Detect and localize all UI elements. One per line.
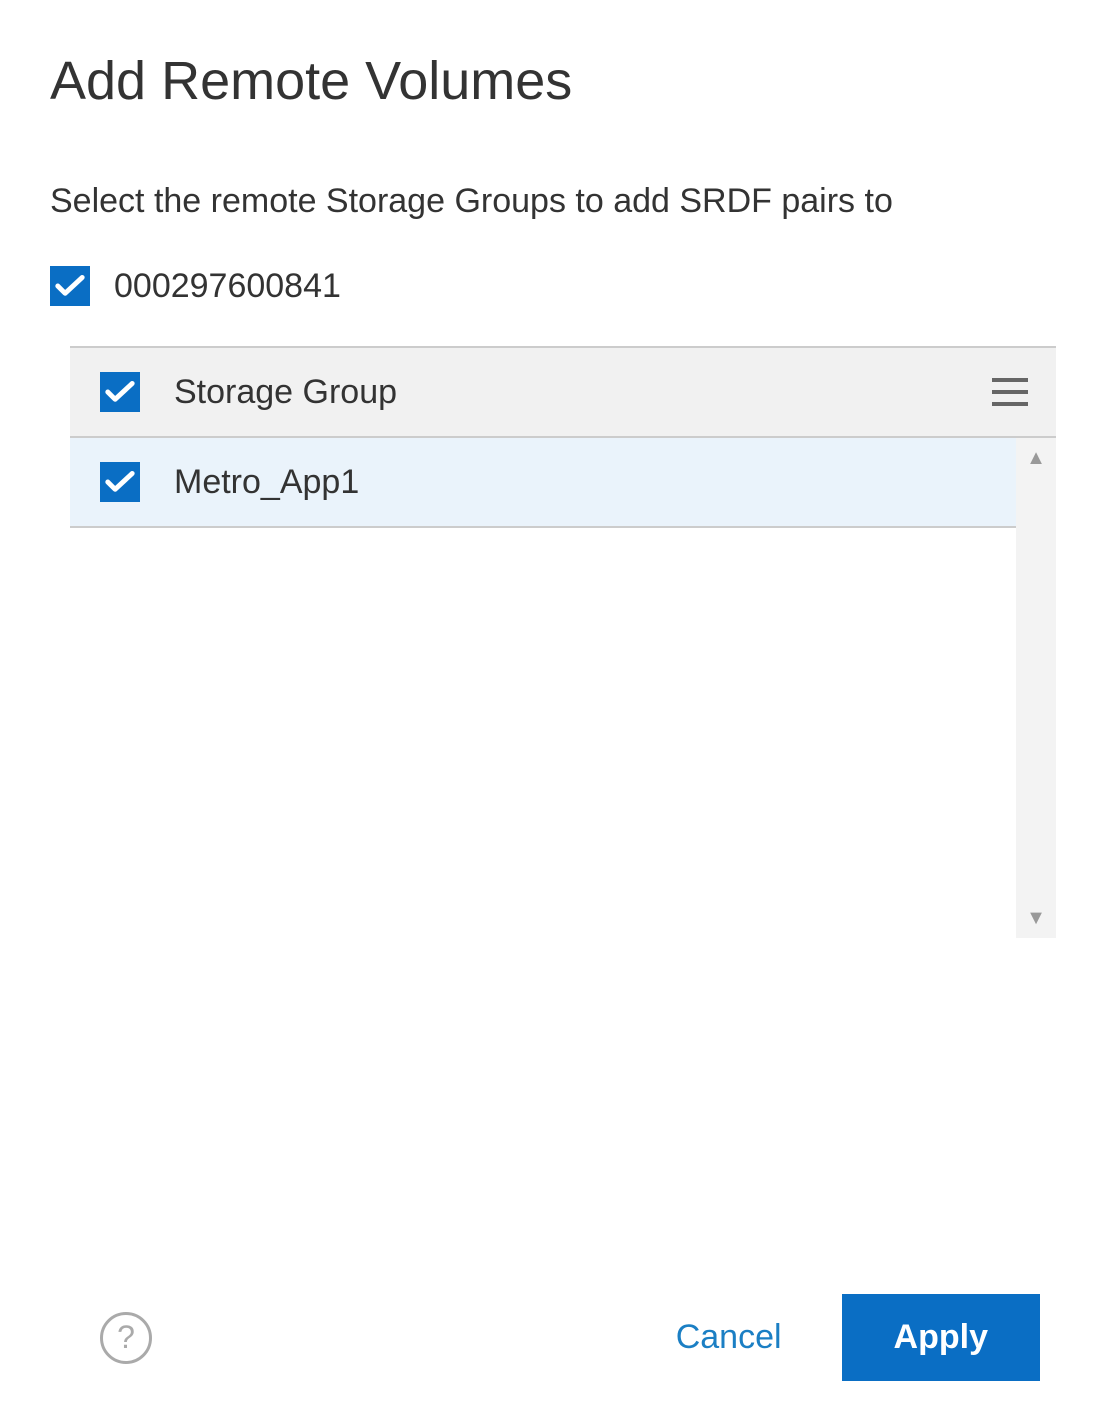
storage-group-table: Storage Group Metro_App1 ▲ ▼ [70, 346, 1056, 938]
dialog-footer: ? Cancel Apply [50, 1254, 1060, 1381]
table-body: Metro_App1 ▲ ▼ [70, 438, 1056, 938]
array-id-label: 000297600841 [114, 267, 341, 306]
check-icon [105, 381, 135, 403]
scroll-down-icon[interactable]: ▼ [1026, 908, 1046, 928]
menu-icon[interactable] [992, 378, 1028, 406]
select-all-checkbox[interactable] [100, 372, 140, 412]
scroll-up-icon[interactable]: ▲ [1026, 448, 1046, 468]
apply-button[interactable]: Apply [842, 1294, 1040, 1381]
table-header: Storage Group [70, 348, 1056, 438]
array-selection-row: 000297600841 [50, 266, 1060, 306]
scrollbar[interactable]: ▲ ▼ [1016, 438, 1056, 938]
array-checkbox[interactable] [50, 266, 90, 306]
table-rows: Metro_App1 [70, 438, 1016, 938]
dialog-instruction: Select the remote Storage Groups to add … [50, 182, 1060, 221]
help-icon[interactable]: ? [100, 1312, 152, 1364]
check-icon [105, 471, 135, 493]
storage-group-name: Metro_App1 [174, 463, 359, 502]
check-icon [55, 275, 85, 297]
row-checkbox[interactable] [100, 462, 140, 502]
dialog-title: Add Remote Volumes [50, 50, 1060, 112]
table-row[interactable]: Metro_App1 [70, 438, 1016, 528]
cancel-button[interactable]: Cancel [676, 1318, 782, 1357]
column-header-storage-group: Storage Group [174, 373, 992, 412]
